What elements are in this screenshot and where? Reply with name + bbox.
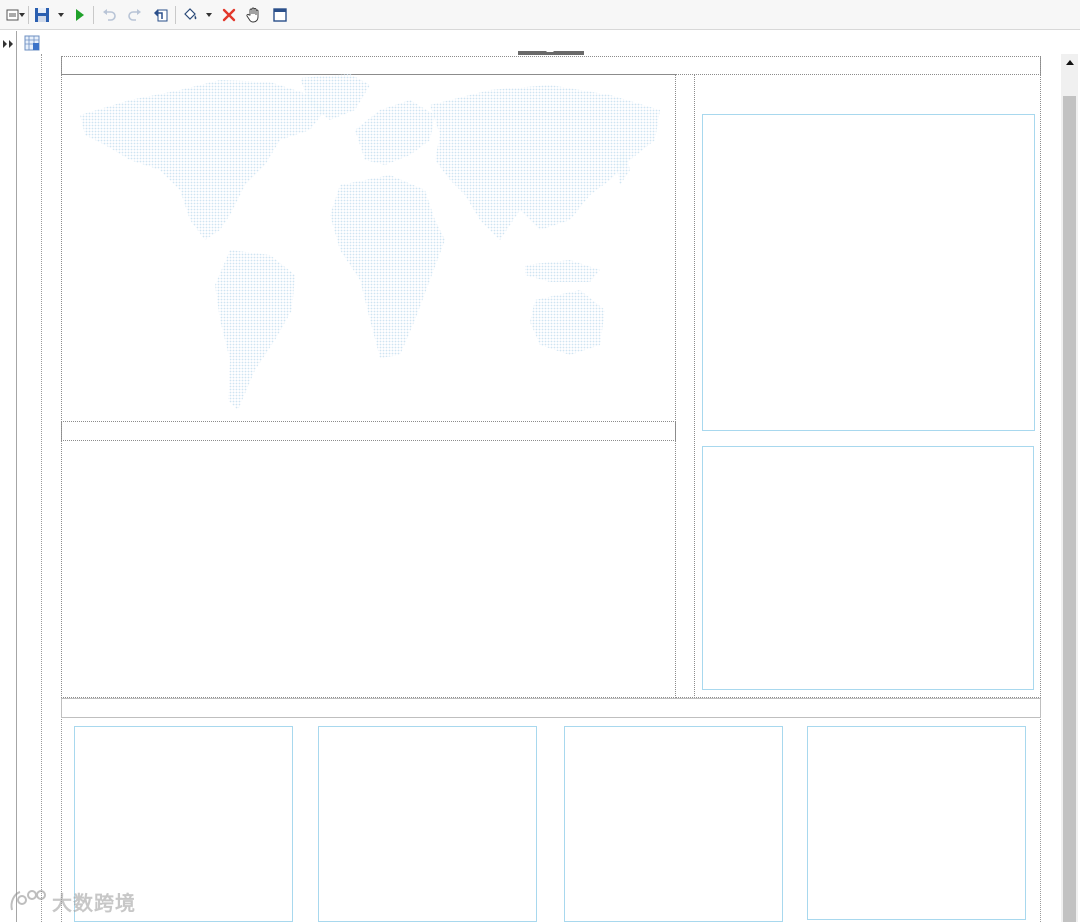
collapsed-panel-strip <box>0 31 17 922</box>
pan-hand-icon[interactable] <box>244 5 264 25</box>
scrollbar-thumb[interactable] <box>1063 96 1076 922</box>
chart-placeholder-top-right[interactable] <box>702 114 1035 431</box>
back-icon[interactable] <box>151 5 171 25</box>
toolbar-divider <box>175 6 176 24</box>
map-caption-band[interactable] <box>61 421 676 441</box>
undo-icon[interactable] <box>99 5 119 25</box>
vertical-scrollbar[interactable] <box>1061 54 1078 922</box>
paint-bucket-icon[interactable] <box>180 5 200 25</box>
window-icon[interactable] <box>270 5 290 25</box>
chart-placeholder-bottom-2[interactable] <box>318 726 537 922</box>
column-gutter <box>675 74 695 698</box>
toolbar-divider <box>93 6 94 24</box>
chart-placeholder-bottom-4[interactable] <box>807 726 1026 920</box>
delete-icon[interactable] <box>219 5 239 25</box>
run-icon[interactable] <box>70 5 90 25</box>
scroll-up-arrow-icon[interactable] <box>1061 54 1078 70</box>
caret-up-icon <box>546 48 554 52</box>
report-page-icon[interactable] <box>24 35 40 51</box>
chart-placeholder-bottom-right[interactable] <box>702 446 1034 690</box>
dapx-logo-icon <box>10 890 46 911</box>
report-designer-toolbar <box>0 0 1080 30</box>
paint-bucket-dropdown-arrow[interactable] <box>205 5 213 25</box>
chart-placeholder-bottom-3[interactable] <box>564 726 783 922</box>
expand-panel-icon[interactable] <box>2 37 15 49</box>
page-setup-dropdown-arrow[interactable] <box>18 5 26 25</box>
world-map-image <box>80 74 660 410</box>
lower-left-panel[interactable] <box>61 440 676 698</box>
redo-icon[interactable] <box>125 5 145 25</box>
toolbar-divider <box>28 6 29 24</box>
section-band[interactable] <box>61 698 1041 718</box>
watermark: 大数跨境 <box>8 886 136 916</box>
save-icon[interactable] <box>32 5 52 25</box>
save-dropdown-arrow[interactable] <box>57 5 65 25</box>
watermark-text: 大数跨境 <box>52 890 136 915</box>
